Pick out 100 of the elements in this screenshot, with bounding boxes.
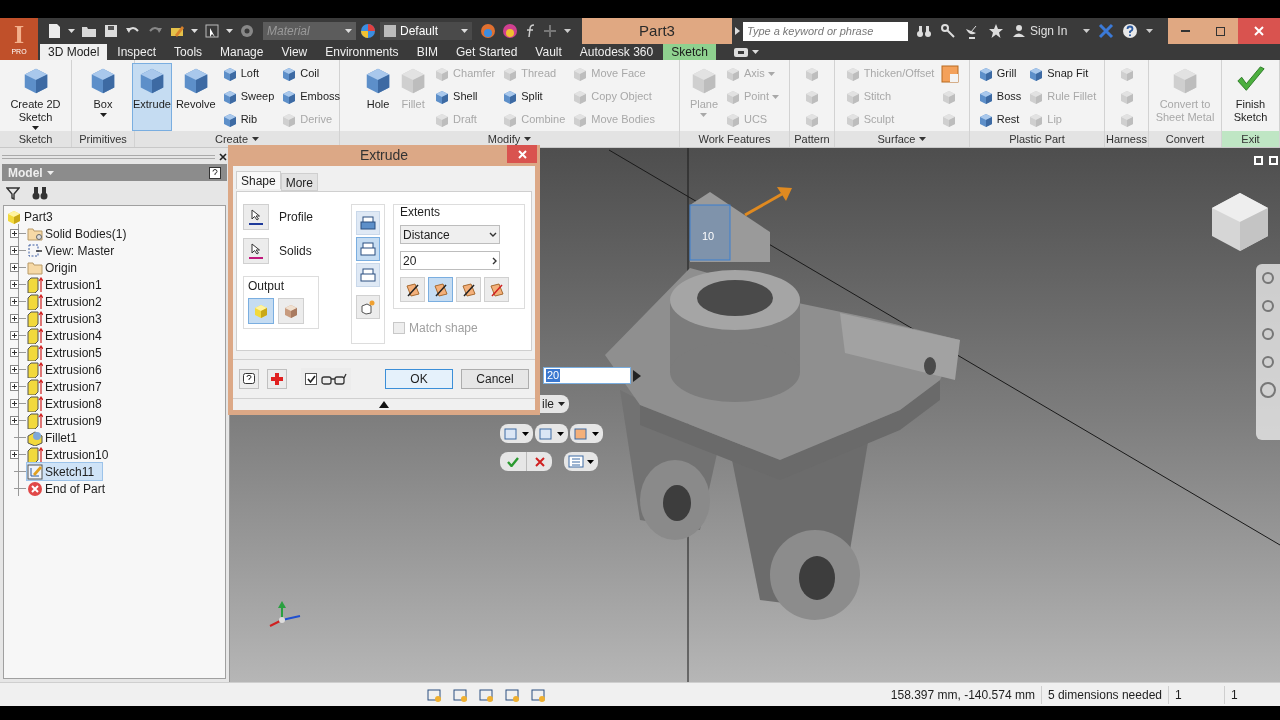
ribbon-tab[interactable]: Autodesk 360 bbox=[571, 44, 662, 60]
help-icon[interactable] bbox=[1122, 23, 1139, 39]
tree-item[interactable]: Part3 bbox=[6, 208, 61, 225]
sign-in-button[interactable]: Sign In bbox=[1012, 22, 1076, 40]
ribbon-tool-button[interactable]: Coil bbox=[279, 63, 343, 84]
tree-item[interactable]: Origin bbox=[27, 259, 85, 276]
exchange-x-icon[interactable] bbox=[1098, 23, 1115, 39]
expand-icon[interactable] bbox=[10, 331, 19, 340]
direction-button[interactable] bbox=[400, 277, 425, 302]
panel-title[interactable]: Primitives bbox=[72, 131, 134, 147]
dialog-button[interactable]: OK bbox=[385, 369, 453, 389]
mini-toolbar-button[interactable] bbox=[564, 452, 598, 471]
panel-title[interactable]: Create bbox=[135, 131, 339, 147]
tree-item[interactable]: Fillet1 bbox=[27, 429, 85, 446]
ribbon-tab[interactable]: BIM bbox=[408, 44, 446, 60]
ribbon-tool-button[interactable]: Box bbox=[87, 63, 119, 131]
direction-button[interactable] bbox=[428, 277, 453, 302]
save-icon[interactable] bbox=[103, 23, 119, 39]
expand-icon[interactable] bbox=[10, 263, 19, 272]
help-icon[interactable] bbox=[209, 166, 221, 179]
window-icon[interactable] bbox=[733, 47, 748, 57]
function-icon[interactable] bbox=[524, 23, 536, 39]
expand-icon[interactable] bbox=[10, 450, 19, 459]
ribbon-tab[interactable]: Get Started bbox=[447, 44, 526, 60]
expand-icon[interactable] bbox=[10, 399, 19, 408]
ribbon-tool-button[interactable]: Rest bbox=[975, 109, 1024, 130]
operation-button[interactable] bbox=[356, 211, 380, 235]
tree-item[interactable]: Extrusion2 bbox=[27, 293, 110, 310]
binoculars-icon[interactable] bbox=[32, 186, 48, 200]
dialog-tab[interactable]: More bbox=[280, 173, 319, 191]
expand-icon[interactable] bbox=[10, 365, 19, 374]
ribbon-tool-button[interactable]: Emboss bbox=[279, 86, 343, 107]
panel-title[interactable]: Convert bbox=[1149, 131, 1221, 147]
output-option-button[interactable] bbox=[278, 298, 304, 324]
ribbon-tool-button[interactable]: Hole bbox=[362, 63, 395, 131]
new-solid-button[interactable] bbox=[356, 295, 380, 319]
ribbon-tool-button[interactable]: Revolve bbox=[174, 63, 217, 131]
ribbon-tab[interactable]: Environments bbox=[317, 44, 407, 60]
color-ball-icon[interactable] bbox=[360, 23, 376, 39]
ribbon-tool-button[interactable]: Loft bbox=[219, 63, 277, 84]
panel-title[interactable]: Harness bbox=[1105, 131, 1148, 147]
ribbon-tool-button[interactable]: Split bbox=[500, 86, 568, 107]
search-field[interactable]: Type a keyword or phrase bbox=[743, 21, 908, 41]
tree-item[interactable]: Extrusion5 bbox=[27, 344, 110, 361]
tree-item[interactable]: Solid Bodies(1) bbox=[27, 225, 135, 242]
star-icon[interactable] bbox=[988, 23, 1004, 39]
filter-icon[interactable] bbox=[6, 186, 20, 200]
tree-item[interactable]: Extrusion1 bbox=[27, 276, 110, 293]
mini-toolbar-button[interactable] bbox=[535, 424, 568, 443]
tree-item[interactable]: Extrusion7 bbox=[27, 378, 110, 395]
ribbon-tab[interactable]: Manage bbox=[212, 44, 272, 60]
ribbon-tab[interactable]: 3D Model bbox=[40, 44, 108, 60]
panel-title[interactable]: Surface bbox=[835, 131, 969, 147]
panel-title[interactable]: Work Features bbox=[680, 131, 789, 147]
ribbon-tool-button[interactable]: Finish Sketch bbox=[1224, 63, 1277, 131]
expand-icon[interactable] bbox=[10, 416, 19, 425]
profile-menu-button[interactable]: ile bbox=[540, 395, 569, 413]
operation-button[interactable] bbox=[356, 263, 380, 287]
tree-item[interactable]: Extrusion4 bbox=[27, 327, 110, 344]
ribbon-tab[interactable]: Vault bbox=[527, 44, 570, 60]
help-button[interactable] bbox=[239, 369, 259, 389]
panel-title[interactable]: Exit bbox=[1222, 131, 1279, 147]
ribbon-tool-button[interactable]: Grill bbox=[975, 63, 1024, 84]
expand-icon[interactable] bbox=[10, 314, 19, 323]
tree-item[interactable]: Extrusion6 bbox=[27, 361, 110, 378]
panel-title[interactable]: Sketch bbox=[0, 131, 71, 147]
tree-item[interactable]: Extrusion9 bbox=[27, 412, 110, 429]
collapse-arrow-icon[interactable] bbox=[379, 401, 389, 408]
play-arrow-icon[interactable] bbox=[633, 369, 641, 382]
key-icon[interactable] bbox=[940, 23, 956, 39]
ribbon-tool-button[interactable]: Snap Fit bbox=[1026, 63, 1099, 84]
ribbon-tool-button[interactable]: Create 2D Sketch bbox=[2, 63, 69, 131]
appearance-dropdown[interactable]: Default bbox=[380, 22, 472, 40]
dialog-tab[interactable]: Shape bbox=[236, 171, 281, 189]
expand-icon[interactable] bbox=[10, 280, 19, 289]
value-input[interactable]: 20 bbox=[543, 367, 631, 384]
plus-icon[interactable] bbox=[542, 23, 558, 39]
close-button[interactable] bbox=[507, 145, 537, 163]
close-icon[interactable] bbox=[219, 153, 227, 161]
direction-button[interactable] bbox=[484, 277, 509, 302]
view-cube-icon[interactable] bbox=[1212, 193, 1268, 251]
expand-icon[interactable] bbox=[10, 297, 19, 306]
tree-item[interactable]: View: Master bbox=[27, 242, 123, 259]
mini-toolbar-button[interactable] bbox=[570, 424, 603, 443]
ribbon-tool-button[interactable]: Shell bbox=[432, 86, 498, 107]
restore-button[interactable] bbox=[1203, 18, 1238, 44]
panel-title[interactable]: Modify bbox=[340, 131, 679, 147]
checkbox[interactable] bbox=[305, 373, 317, 385]
pencil-icon[interactable] bbox=[169, 23, 185, 39]
panel-title[interactable]: Pattern bbox=[790, 131, 834, 147]
dialog-button[interactable]: Cancel bbox=[461, 369, 529, 389]
color-ball-icon[interactable] bbox=[480, 23, 496, 39]
navigation-bar[interactable] bbox=[1256, 264, 1280, 440]
tree-item[interactable]: Extrusion10 bbox=[27, 446, 117, 463]
extents-dropdown[interactable]: Distance bbox=[400, 225, 500, 244]
expand-icon[interactable] bbox=[10, 246, 19, 255]
ribbon-tool-button[interactable]: Rib bbox=[219, 109, 277, 130]
direction-button[interactable] bbox=[456, 277, 481, 302]
color-ball-icon[interactable] bbox=[502, 23, 518, 39]
direction-arrow-icon[interactable] bbox=[744, 187, 792, 217]
